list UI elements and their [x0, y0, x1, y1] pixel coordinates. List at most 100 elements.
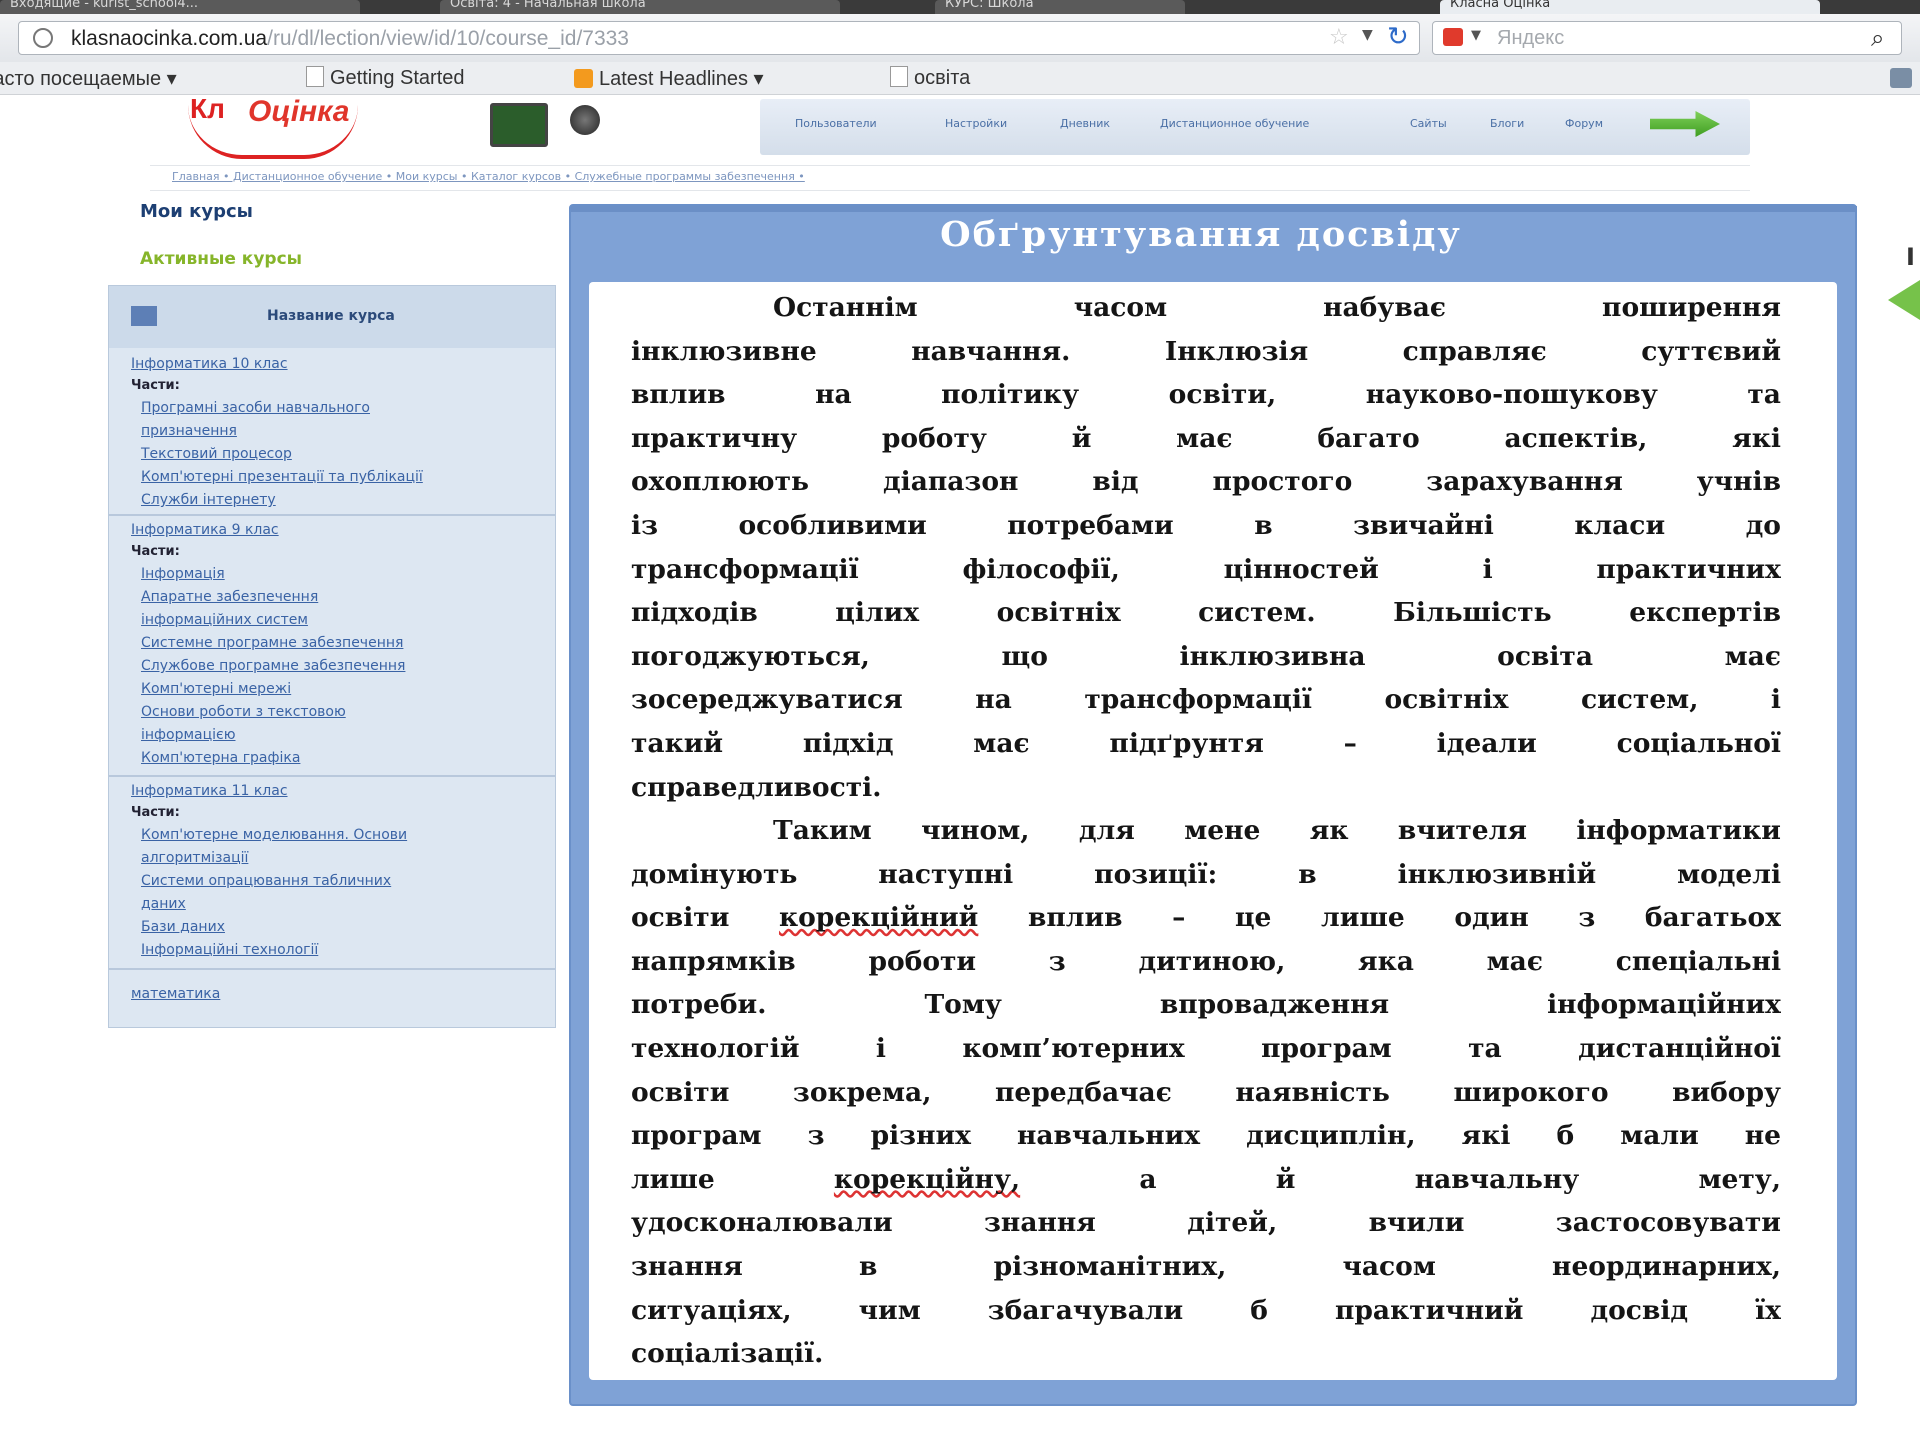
part-link[interactable]: Текстовий процесор	[141, 446, 292, 462]
arrow-left-icon[interactable]	[1888, 280, 1920, 320]
sidebar-divider	[109, 775, 555, 777]
slide-title: Обґрунтування досвіду	[940, 214, 1462, 255]
slide-text-line: програм з різних навчальних дисциплін, я…	[631, 1120, 1781, 1152]
rss-icon	[574, 69, 593, 88]
part-link[interactable]: Комп'ютерні презентації та публікації	[141, 469, 423, 485]
sidebar-header: Название курса	[109, 286, 555, 348]
course-link-informatics-10[interactable]: Інформатика 10 клас	[131, 356, 288, 372]
page-icon	[306, 66, 324, 87]
part-link[interactable]: Системне програмне забезпечення	[141, 635, 403, 651]
slide-text-line: трансформації філософії, цінностей і пра…	[631, 553, 1781, 585]
slide-text-line: погоджуються, що інклюзивна освіта має	[631, 640, 1781, 672]
parts-label: Части:	[131, 544, 180, 559]
tab-osvita[interactable]: Освіта: 4 - Начальная школа	[440, 0, 840, 14]
part-link[interactable]: призначення	[141, 423, 237, 439]
menu-forum[interactable]: Форум	[1565, 117, 1603, 130]
my-courses-link[interactable]: Мои курсы	[140, 201, 253, 222]
slide-text-line: підходів цілих освітніх систем. Більшіст…	[631, 597, 1781, 629]
search-bar[interactable]: ▼ Яндекс ⌕	[1432, 21, 1902, 55]
parts-label: Части:	[131, 378, 180, 393]
bookmark-osvita[interactable]: освіта	[890, 66, 970, 90]
parts-label: Части:	[131, 805, 180, 820]
bookmark-star-icon[interactable]: ☆	[1329, 25, 1349, 50]
slide-text-line: справедливості.	[631, 771, 882, 803]
tab-inbox[interactable]: Входящие - kurist_school4...	[0, 0, 360, 14]
slide-text-line: домінують наступні позиції: в інклюзивні…	[631, 858, 1781, 890]
part-link[interactable]: Апаратне забезпечення	[141, 589, 318, 605]
part-link[interactable]: алгоритмізації	[141, 850, 248, 866]
part-link[interactable]: інформацією	[141, 727, 236, 743]
part-link[interactable]: Інформація	[141, 566, 225, 582]
book-icon	[131, 306, 157, 326]
course-link-informatics-9[interactable]: Інформатика 9 клас	[131, 522, 279, 538]
web-page: Кл Оцінка Пользователи Настройки Дневник…	[0, 93, 1920, 1440]
slide-text-line: потреби. Тому впровадження інформаційних	[631, 989, 1781, 1021]
slide-text-line: практичну роботу й має багато аспектів, …	[631, 422, 1781, 454]
url-history-dropdown-icon[interactable]: ▼	[1362, 27, 1373, 43]
bookmark-getting-started[interactable]: Getting Started	[306, 66, 465, 90]
slide-text-line: освіти корекційний вплив – це лише один …	[631, 902, 1781, 934]
slide-text-line: ситуаціях, чим збагачували б практичний …	[631, 1294, 1781, 1326]
menu-settings[interactable]: Настройки	[945, 117, 1007, 130]
search-engine-icon[interactable]	[1443, 28, 1463, 46]
clipped-heading: I	[1906, 243, 1915, 271]
url-bar[interactable]: klasnaocinka.com.ua/ru/dl/lection/view/i…	[18, 21, 1420, 55]
site-logo[interactable]: Кл Оцінка	[160, 93, 410, 159]
menu-distance-learning[interactable]: Дистанционное обучение	[1160, 117, 1309, 130]
part-link[interactable]: Програмні засоби навчального	[141, 400, 370, 416]
menu-blogs[interactable]: Блоги	[1490, 117, 1524, 130]
slide-text-line: із особливими потребами в звичайні класи…	[631, 509, 1781, 541]
breadcrumb: Главная • Дистанционное обучение • Мои к…	[150, 165, 1750, 191]
menu-sites[interactable]: Сайты	[1410, 117, 1447, 130]
part-link[interactable]: Комп'ютерне моделювання. Основи	[141, 827, 407, 843]
slide-title-rule	[571, 206, 1857, 212]
url-text[interactable]: klasnaocinka.com.ua/ru/dl/lection/view/i…	[71, 27, 629, 51]
part-link[interactable]: Службове програмне забезпечення	[141, 658, 405, 674]
part-link[interactable]: Комп'ютерні мережі	[141, 681, 291, 697]
part-link[interactable]: інформаційних систем	[141, 612, 308, 628]
part-link[interactable]: Комп'ютерна графіка	[141, 750, 300, 766]
slide-text-line: освіти зокрема, передбачає наявність шир…	[631, 1076, 1781, 1108]
slide-text-line: соціалізації.	[631, 1338, 824, 1370]
slide-paragraph-1: Останнім часом набуває поширення інклюзив…	[631, 286, 1781, 809]
menu-diary[interactable]: Дневник	[1060, 117, 1110, 130]
slide-text-line: лише корекційну, а й навчальну мету,	[631, 1163, 1781, 1195]
sidebar-toggle-icon[interactable]	[1890, 68, 1912, 88]
slide-text-line: вплив на політику освіти, науково-пошуко…	[631, 379, 1781, 411]
slide-text-line: Таким чином, для мене як вчителя інформа…	[773, 815, 1781, 846]
bookmark-label: освіта	[914, 67, 971, 89]
search-icon[interactable]: ⌕	[1871, 24, 1884, 52]
part-link[interactable]: Бази даних	[141, 919, 225, 935]
active-courses-label[interactable]: Активные курсы	[140, 249, 302, 269]
part-link[interactable]: Інформаційні технології	[141, 942, 318, 958]
search-engine-dropdown-icon[interactable]: ▼	[1471, 28, 1481, 43]
breadcrumb-links[interactable]: Главная • Дистанционное обучение • Мои к…	[172, 170, 805, 183]
slide-text-line: технологій і комп’ютерних програм та дис…	[631, 1032, 1781, 1064]
slide-text-panel: Останнім часом набуває поширення інклюзив…	[589, 282, 1837, 1380]
site-identity-icon[interactable]	[33, 28, 53, 48]
navigation-bar: klasnaocinka.com.ua/ru/dl/lection/view/i…	[0, 14, 1920, 63]
tab-kurs[interactable]: КУРС: Школа	[935, 0, 1185, 14]
part-link[interactable]: Основи роботи з текстовою	[141, 704, 346, 720]
tab-strip: Входящие - kurist_school4... Освіта: 4 -…	[0, 0, 1920, 14]
bookmark-latest-headlines[interactable]: Latest Headlines ▾	[574, 66, 764, 91]
menu-users[interactable]: Пользователи	[795, 117, 877, 130]
part-link[interactable]: Системи опрацювання табличних	[141, 873, 391, 889]
bookmark-most-visited[interactable]: Часто посещаемые ▾	[0, 66, 177, 91]
course-link-informatics-11[interactable]: Інформатика 11 клас	[131, 783, 288, 799]
bookmark-label: Getting Started	[330, 67, 465, 89]
slide-text-line: охоплюють діапазон від простого зарахува…	[631, 466, 1781, 498]
url-path: /ru/dl/lection/view/id/10/course_id/7333	[267, 27, 629, 50]
logo-text: Оцінка	[248, 95, 350, 128]
slide-paragraph-2: Таким чином, для мене як вчителя інформа…	[631, 809, 1781, 1376]
part-link[interactable]: даних	[141, 896, 186, 912]
reload-icon[interactable]: ↻	[1387, 22, 1409, 52]
tab-klasna-ocinka[interactable]: Класна Оцінка	[1440, 0, 1820, 14]
arrow-right-icon[interactable]	[1650, 111, 1720, 137]
course-link-mathematics[interactable]: математика	[131, 986, 220, 1002]
bookmark-label: Latest Headlines ▾	[599, 68, 764, 90]
sidebar-header-title: Название курса	[267, 308, 395, 324]
bookmarks-toolbar: Часто посещаемые ▾ Getting Started Lates…	[0, 62, 1920, 95]
spellcheck-word: корекційний	[778, 902, 979, 934]
part-link[interactable]: Служби інтернету	[141, 492, 276, 508]
